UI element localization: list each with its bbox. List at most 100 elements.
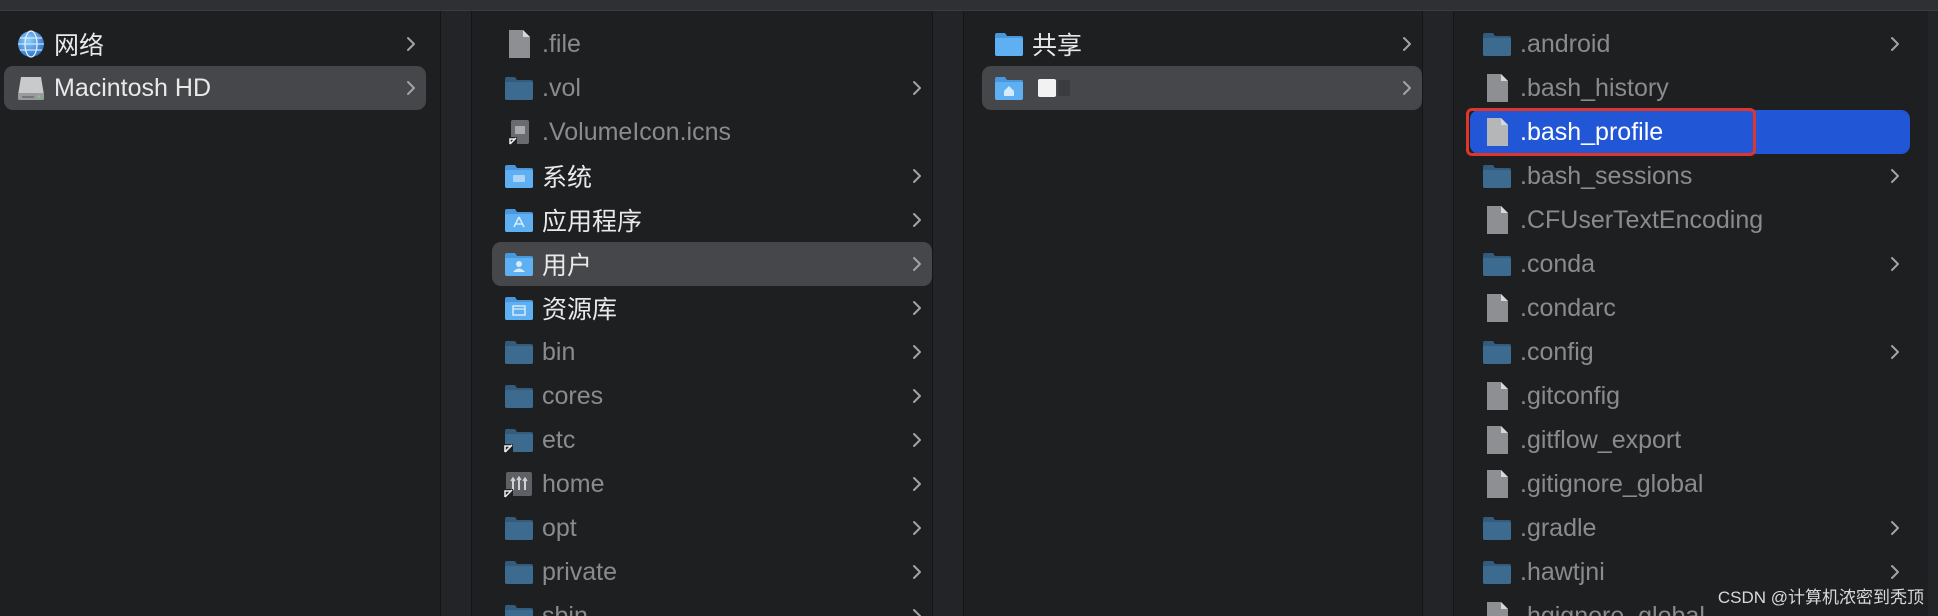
- folder-icon: [1482, 557, 1512, 587]
- file-row[interactable]: .gitignore_global: [1470, 462, 1910, 506]
- chevron-right-icon: [912, 242, 922, 286]
- file-name: .config: [1520, 337, 1594, 366]
- file-row[interactable]: .bash_history: [1470, 66, 1910, 110]
- file-name: .condarc: [1520, 293, 1616, 322]
- file-name: .CFUserTextEncoding: [1520, 205, 1764, 234]
- file-row[interactable]: .gitconfig: [1470, 374, 1910, 418]
- folder-icon: [504, 381, 534, 411]
- browser-column-1[interactable]: 网络 Macintosh HD: [0, 11, 440, 616]
- folder-icon: [1482, 161, 1512, 191]
- file-row[interactable]: .VolumeIcon.icns: [492, 110, 932, 154]
- chevron-right-icon: [406, 22, 416, 66]
- network-globe-icon: [16, 29, 46, 59]
- file-row[interactable]: bin: [492, 330, 932, 374]
- file-row[interactable]: home: [492, 462, 932, 506]
- chevron-right-icon: [406, 66, 416, 110]
- file-row[interactable]: Macintosh HD: [4, 66, 426, 110]
- file-name: opt: [542, 513, 577, 542]
- file-name: bin: [542, 337, 576, 366]
- folder-icon: [504, 513, 534, 543]
- file-row[interactable]: .gitflow_export: [1470, 418, 1910, 462]
- file-row[interactable]: 网络: [4, 22, 426, 66]
- file-name: etc: [542, 425, 576, 454]
- browser-column-2[interactable]: .file .vol .VolumeIcon.icns 系统 应用程序 用户 资源…: [472, 11, 932, 616]
- folder-icon: [1482, 249, 1512, 279]
- chevron-right-icon: [912, 198, 922, 242]
- file-name: .gitignore_global: [1520, 469, 1704, 498]
- file-name: Macintosh HD: [54, 73, 211, 102]
- file-name: 系统: [542, 164, 593, 192]
- file-row[interactable]: sbin: [492, 594, 932, 616]
- column-divider[interactable]: [932, 11, 964, 616]
- file-row[interactable]: 系统: [492, 154, 932, 198]
- file-name: .android: [1520, 29, 1611, 58]
- file-row[interactable]: .vol: [492, 66, 932, 110]
- chevron-right-icon: [1890, 330, 1900, 374]
- file-row[interactable]: .config: [1470, 330, 1910, 374]
- applications-folder-icon: [504, 205, 534, 235]
- file-row[interactable]: .gradle: [1470, 506, 1910, 550]
- red-highlight-annotation: [1466, 108, 1756, 156]
- file-row[interactable]: 用户: [492, 242, 932, 286]
- redacted-username-block: [1058, 80, 1070, 96]
- file-name: cores: [542, 381, 604, 410]
- file-row[interactable]: .condarc: [1470, 286, 1910, 330]
- file-row[interactable]: 共享: [982, 22, 1422, 66]
- document-icon: [1482, 469, 1512, 499]
- chevron-right-icon: [1402, 22, 1412, 66]
- alias-icns-file-icon: [504, 117, 534, 147]
- file-name: private: [542, 557, 618, 586]
- file-name: 共享: [1032, 32, 1083, 60]
- network-home-icon: [504, 469, 534, 499]
- folder-icon: [1482, 29, 1512, 59]
- chevron-right-icon: [1402, 66, 1412, 110]
- folder-icon: [504, 601, 534, 616]
- browser-column-4[interactable]: .android .bash_history .bash_profile .bash…: [1452, 11, 1928, 616]
- file-name: .hawtjni: [1520, 557, 1605, 586]
- folder-icon: [504, 337, 534, 367]
- column-divider[interactable]: [440, 11, 472, 616]
- chevron-right-icon: [1890, 506, 1900, 550]
- home-folder-icon: [994, 73, 1024, 103]
- file-row[interactable]: private: [492, 550, 932, 594]
- file-name: 资源库: [542, 296, 618, 324]
- file-row[interactable]: .conda: [1470, 242, 1910, 286]
- chevron-right-icon: [912, 594, 922, 616]
- browser-column-3[interactable]: 共享: [962, 11, 1422, 616]
- file-name: .vol: [542, 73, 581, 102]
- folder-icon: [1482, 337, 1512, 367]
- file-name: .file: [542, 29, 581, 58]
- file-name: .gitflow_export: [1520, 425, 1682, 454]
- file-row[interactable]: .CFUserTextEncoding: [1470, 198, 1910, 242]
- file-row[interactable]: .bash_sessions: [1470, 154, 1910, 198]
- file-name: 用户: [542, 252, 593, 280]
- chevron-right-icon: [1890, 242, 1900, 286]
- file-row[interactable]: cores: [492, 374, 932, 418]
- file-name: .gitconfig: [1520, 381, 1621, 410]
- file-name: sbin: [542, 601, 588, 616]
- chevron-right-icon: [1890, 22, 1900, 66]
- folder-icon: [504, 557, 534, 587]
- file-row[interactable]: [982, 66, 1422, 110]
- file-name: .hgignore_global: [1520, 601, 1705, 616]
- chevron-right-icon: [912, 418, 922, 462]
- folder-icon: [1482, 513, 1512, 543]
- column-divider[interactable]: [1422, 11, 1454, 616]
- chevron-right-icon: [1890, 154, 1900, 198]
- file-row[interactable]: 资源库: [492, 286, 932, 330]
- file-row[interactable]: opt: [492, 506, 932, 550]
- file-name: 应用程序: [542, 208, 643, 236]
- chevron-right-icon: [912, 374, 922, 418]
- file-row[interactable]: .android: [1470, 22, 1910, 66]
- scrollbar-track[interactable]: [1928, 11, 1938, 616]
- file-row[interactable]: etc: [492, 418, 932, 462]
- file-name: .gradle: [1520, 513, 1597, 542]
- watermark: CSDN @计算机浓密到秃顶: [1717, 588, 1924, 607]
- file-row[interactable]: .file: [492, 22, 932, 66]
- file-name: .conda: [1520, 249, 1596, 278]
- document-icon: [504, 29, 534, 59]
- file-row[interactable]: 应用程序: [492, 198, 932, 242]
- chevron-right-icon: [912, 66, 922, 110]
- file-name: .bash_history: [1520, 73, 1669, 102]
- alias-folder-icon: [504, 425, 534, 455]
